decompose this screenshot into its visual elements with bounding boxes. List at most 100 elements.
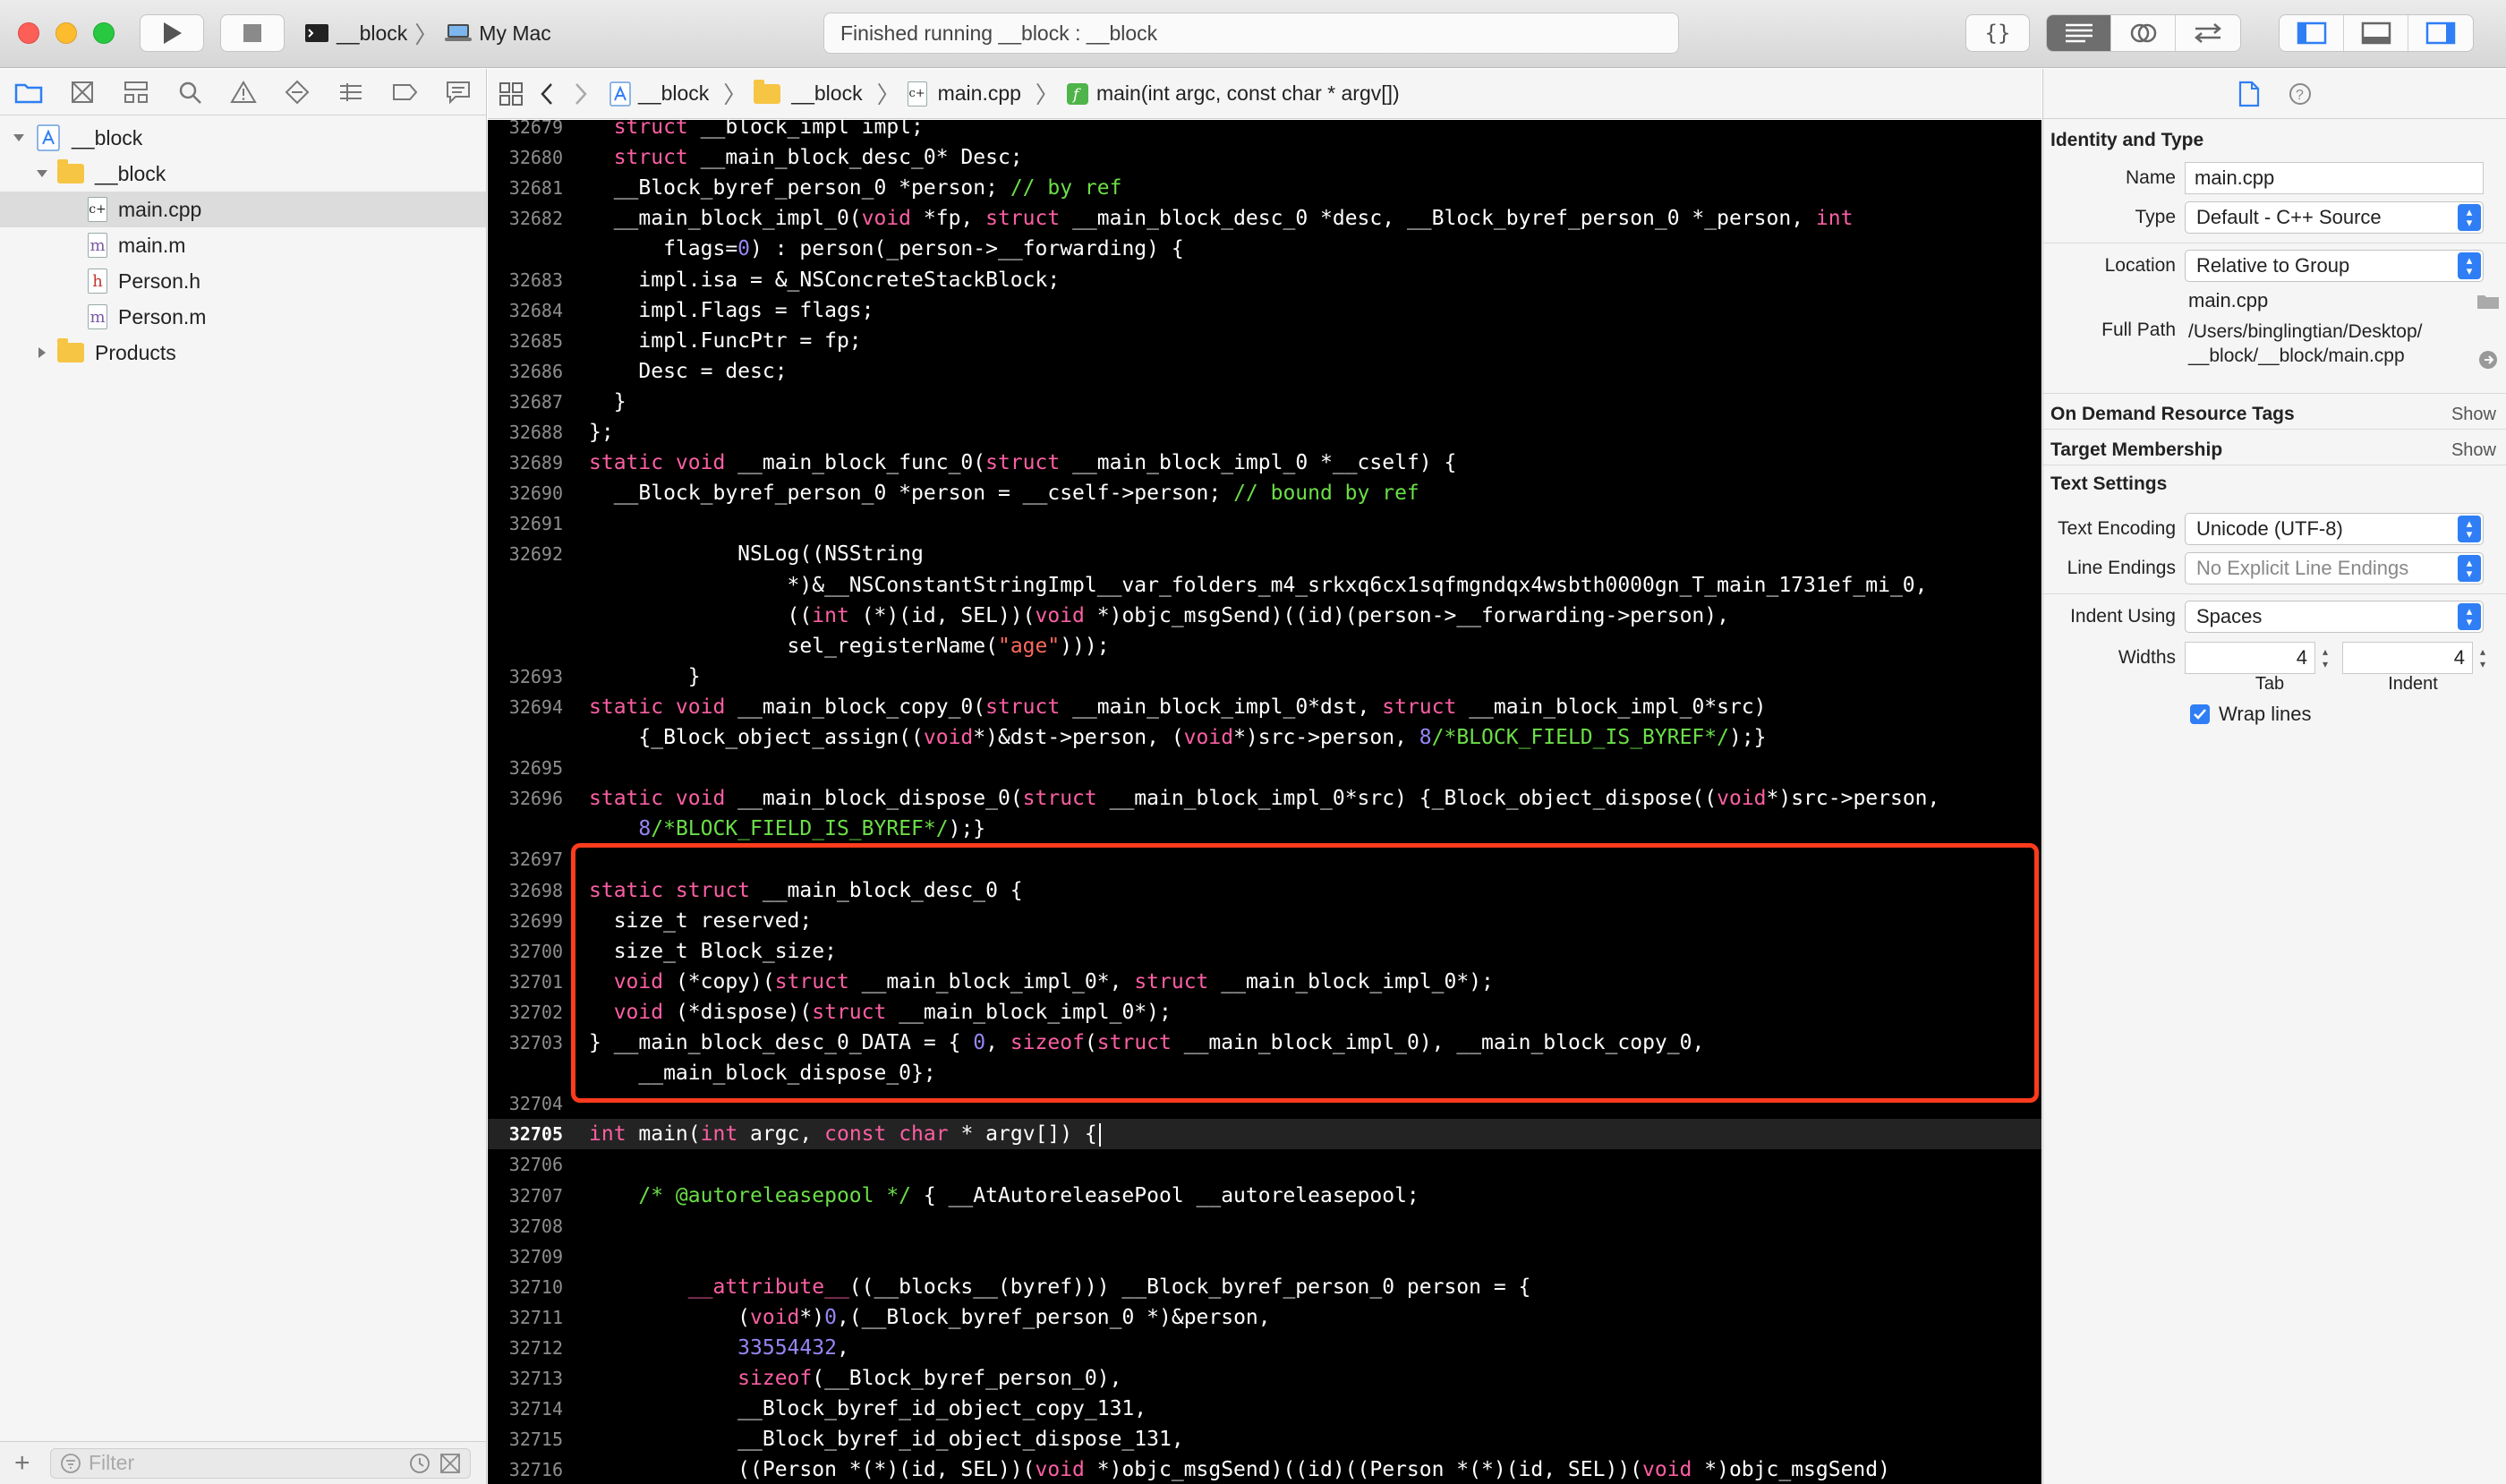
assistant-editor-button[interactable]: [2111, 15, 2176, 51]
code-line[interactable]: __main_block_dispose_0};: [488, 1058, 2041, 1088]
code-line[interactable]: 32683 impl.isa = &_NSConcreteStackBlock;: [488, 265, 2041, 295]
source-editor[interactable]: 32679 struct __block_impl impl; 32680 str…: [488, 120, 2041, 1484]
breadcrumb-project[interactable]: __block: [609, 81, 709, 107]
code-line[interactable]: 32680 struct __main_block_desc_0* Desc;: [488, 142, 2041, 173]
close-window-button[interactable]: [18, 22, 39, 44]
code-line[interactable]: 32706: [488, 1149, 2041, 1180]
tree-item-person-h[interactable]: h Person.h: [0, 263, 486, 299]
related-items-icon[interactable]: [499, 81, 524, 107]
code-line[interactable]: 32709: [488, 1241, 2041, 1272]
run-button[interactable]: [140, 14, 204, 52]
code-line[interactable]: 8/*BLOCK_FIELD_IS_BYREF*/);}: [488, 814, 2041, 844]
code-line[interactable]: ((int (*)(id, SEL))(void *)objc_msgSend)…: [488, 601, 2041, 631]
code-line[interactable]: 32698 static struct __main_block_desc_0 {: [488, 875, 2041, 906]
breakpoint-navigator-tab[interactable]: [387, 74, 422, 110]
breadcrumb-group[interactable]: __block: [754, 79, 863, 106]
code-line[interactable]: 32686 Desc = desc;: [488, 356, 2041, 387]
source-control-tab[interactable]: [64, 74, 100, 110]
minimize-window-button[interactable]: [55, 22, 77, 44]
code-line[interactable]: flags=0) : person(_person->__forwarding)…: [488, 234, 2041, 264]
code-line[interactable]: 32702 void (*dispose)(struct __main_bloc…: [488, 997, 2041, 1028]
code-line[interactable]: 32681 __Block_byref_person_0 *person; //…: [488, 173, 2041, 203]
tree-item-main-cpp[interactable]: c+ main.cpp: [0, 192, 486, 227]
breadcrumb-file[interactable]: c+ main.cpp: [907, 81, 1021, 107]
toggle-utilities-button[interactable]: [2408, 15, 2473, 51]
code-line[interactable]: 32685 impl.FuncPtr = fp;: [488, 326, 2041, 356]
code-line[interactable]: 32697: [488, 844, 2041, 874]
line-endings-popup[interactable]: No Explicit Line Endings ▴ ▾: [2185, 552, 2484, 584]
code-line[interactable]: {_Block_object_assign((void*)&dst->perso…: [488, 722, 2041, 753]
tree-item-project[interactable]: __block: [0, 120, 486, 156]
quick-help-icon[interactable]: ?: [2288, 81, 2313, 107]
find-navigator-tab[interactable]: [172, 74, 208, 110]
stop-button[interactable]: [220, 14, 285, 52]
code-line[interactable]: 32704: [488, 1088, 2041, 1119]
toggle-navigator-button[interactable]: [2280, 15, 2344, 51]
name-field[interactable]: main.cpp: [2185, 162, 2484, 194]
code-line[interactable]: 32716 ((Person *(*)(id, SEL))(void *)obj…: [488, 1454, 2041, 1484]
code-line[interactable]: 32690 __Block_byref_person_0 *person = _…: [488, 478, 2041, 508]
symbol-navigator-tab[interactable]: [118, 74, 154, 110]
code-line[interactable]: 32710 __attribute__((__blocks__(byref)))…: [488, 1272, 2041, 1302]
project-navigator-tab[interactable]: [11, 74, 47, 110]
tab-width-field[interactable]: 4: [2185, 642, 2315, 674]
code-line[interactable]: 32688};: [488, 417, 2041, 448]
file-inspector-icon[interactable]: [2238, 81, 2261, 107]
code-line[interactable]: 32679 struct __block_impl impl;: [488, 120, 2041, 142]
code-line[interactable]: 32687 }: [488, 387, 2041, 417]
test-navigator-tab[interactable]: [279, 74, 315, 110]
tree-item-group-block[interactable]: __block: [0, 156, 486, 192]
tab-width-stepper[interactable]: ▴ ▾: [2315, 645, 2335, 670]
wrap-lines-checkbox[interactable]: [2190, 704, 2210, 724]
code-line[interactable]: 32712 33554432,: [488, 1333, 2041, 1363]
odr-show-button[interactable]: Show: [2451, 405, 2496, 425]
tree-item-products[interactable]: Products: [0, 335, 486, 371]
indent-width-stepper[interactable]: ▴ ▾: [2473, 645, 2493, 670]
code-line[interactable]: 32700 size_t Block_size;: [488, 936, 2041, 967]
code-line[interactable]: 32691: [488, 508, 2041, 539]
disclosure-open-icon[interactable]: [36, 167, 48, 180]
location-popup[interactable]: Relative to Group ▴ ▾: [2185, 250, 2484, 282]
code-line[interactable]: 32715 __Block_byref_id_object_dispose_13…: [488, 1424, 2041, 1454]
code-line[interactable]: 32714 __Block_byref_id_object_copy_131,: [488, 1394, 2041, 1424]
back-icon[interactable]: [538, 81, 556, 107]
standard-editor-button[interactable]: [2047, 15, 2111, 51]
version-editor-button[interactable]: [2176, 15, 2240, 51]
code-line[interactable]: 32682 __main_block_impl_0(void *fp, stru…: [488, 203, 2041, 234]
library-button[interactable]: {}: [1965, 14, 2030, 52]
code-line[interactable]: 32707 /* @autoreleasepool */ { __AtAutor…: [488, 1181, 2041, 1211]
code-line[interactable]: 32711 (void*)0,(__Block_byref_person_0 *…: [488, 1302, 2041, 1333]
indent-width-field[interactable]: 4: [2342, 642, 2473, 674]
toggle-debug-area-button[interactable]: [2344, 15, 2408, 51]
code-line[interactable]: 32701 void (*copy)(struct __main_block_i…: [488, 967, 2041, 997]
code-line[interactable]: 32695: [488, 753, 2041, 783]
disclosure-open-icon[interactable]: [13, 132, 25, 144]
code-line[interactable]: 32705 int main(int argc, const char * arg…: [488, 1119, 2041, 1150]
code-line[interactable]: *)&__NSConstantStringImpl__var_folders_m…: [488, 570, 2041, 601]
reveal-in-finder-icon[interactable]: [2478, 350, 2498, 370]
source-control-filter-icon[interactable]: [439, 1452, 462, 1475]
zoom-window-button[interactable]: [93, 22, 115, 44]
tree-item-person-m[interactable]: m Person.m: [0, 299, 486, 335]
code-line[interactable]: 32692 NSLog((NSString: [488, 539, 2041, 569]
tree-item-main-m[interactable]: m main.m: [0, 227, 486, 263]
code-line[interactable]: 32708: [488, 1211, 2041, 1241]
code-line[interactable]: 32684 impl.Flags = flags;: [488, 295, 2041, 326]
code-line[interactable]: 32694 static void __main_block_copy_0(str…: [488, 692, 2041, 722]
code-line[interactable]: sel_registerName("age")));: [488, 631, 2041, 661]
recent-files-icon[interactable]: [408, 1452, 431, 1475]
encoding-popup[interactable]: Unicode (UTF-8) ▴ ▾: [2185, 513, 2484, 545]
code-line[interactable]: 32689 static void __main_block_func_0(str…: [488, 448, 2041, 478]
scheme-selector[interactable]: __block 〉 My Mac: [304, 14, 551, 52]
choose-folder-icon[interactable]: [2476, 292, 2500, 310]
filter-input[interactable]: Filter: [50, 1447, 471, 1479]
disclosure-closed-icon[interactable]: [36, 346, 48, 359]
code-line[interactable]: 32699 size_t reserved;: [488, 906, 2041, 936]
target-show-button[interactable]: Show: [2451, 440, 2496, 461]
forward-icon[interactable]: [572, 81, 590, 107]
report-navigator-tab[interactable]: [440, 74, 476, 110]
issue-navigator-tab[interactable]: [226, 74, 261, 110]
code-line[interactable]: 32713 sizeof(__Block_byref_person_0),: [488, 1363, 2041, 1394]
code-line[interactable]: 32693 }: [488, 661, 2041, 692]
breadcrumb-function[interactable]: f main(int argc, const char * argv[]): [1066, 81, 1400, 106]
